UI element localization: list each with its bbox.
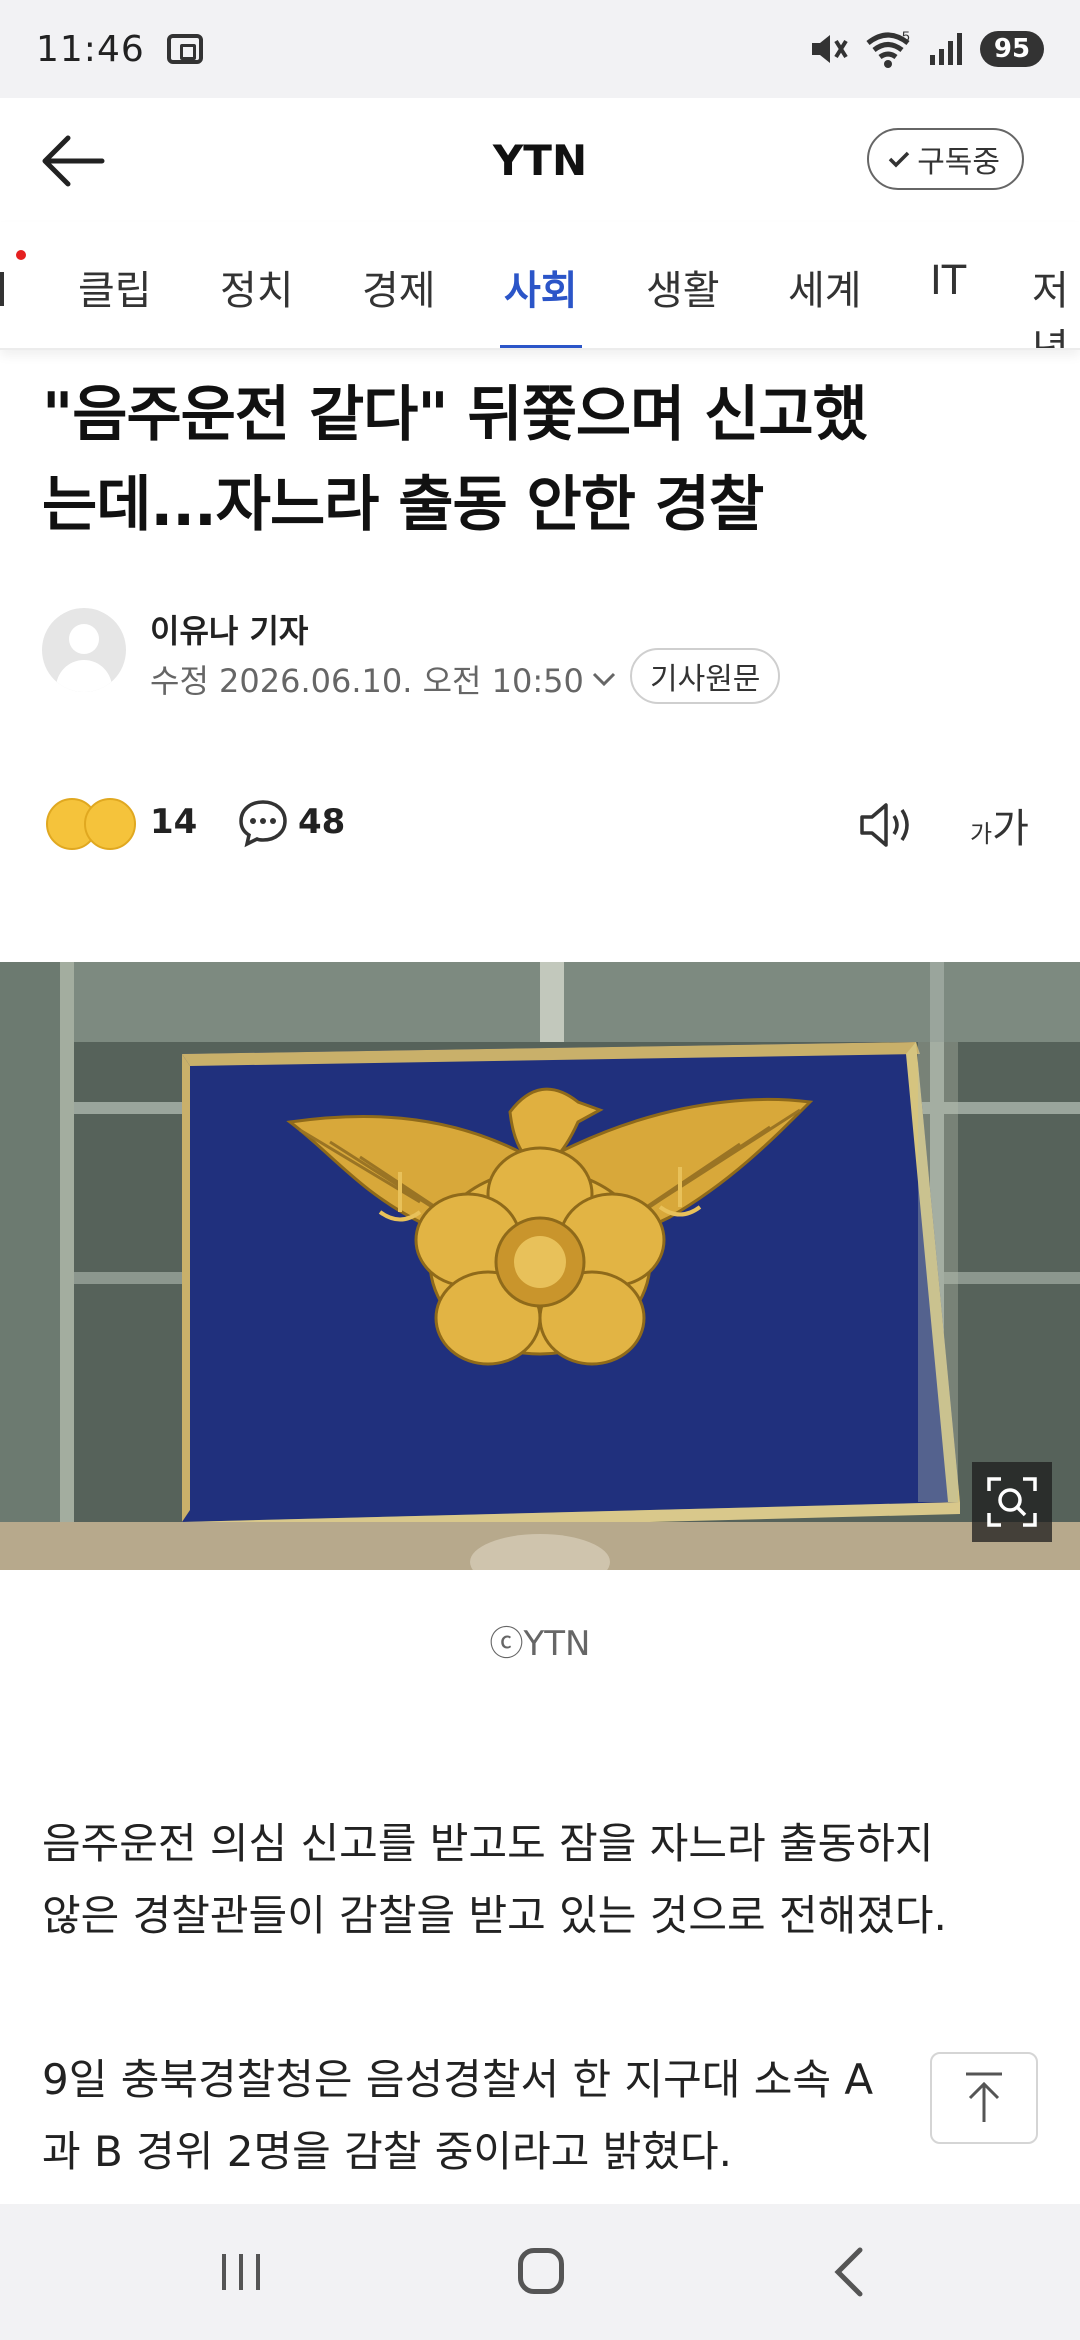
- subscribe-button[interactable]: 구독중: [867, 128, 1024, 190]
- scroll-to-top-button[interactable]: [930, 2052, 1038, 2144]
- wifi-icon: 5: [866, 29, 910, 68]
- reaction-bar: 14 48 가가: [42, 790, 1042, 860]
- nav-back-icon[interactable]: [828, 2246, 868, 2298]
- chevron-down-icon: [592, 672, 615, 687]
- tab-life[interactable]: 생활: [646, 258, 720, 348]
- recent-apps-icon[interactable]: [218, 2252, 264, 2292]
- category-tabs: 클립 정치 경제 사회 생활 세계 IT 저녁: [0, 222, 1080, 350]
- headline-line-1: "음주운전 같다" 뒤쫓으며 신고했: [42, 380, 868, 450]
- font-size-button[interactable]: 가가: [970, 796, 1029, 854]
- paragraph-2: 9일 충북경찰청은 음성경찰서 한 지구대 소속 A 과 B 경위 2명을 감찰…: [42, 2044, 1042, 2188]
- paragraph-1-line-2: 않은 경찰관들이 감찰을 받고 있는 것으로 전해졌다.: [42, 1891, 947, 1940]
- home-icon[interactable]: [518, 2248, 564, 2294]
- headline-line-2: 는데...자느라 출동 안한 경찰: [42, 470, 764, 540]
- police-emblem-image: [0, 962, 1080, 1570]
- tab-society[interactable]: 사회: [500, 258, 582, 348]
- signal-icon: [930, 33, 962, 65]
- original-article-button[interactable]: 기사원문: [630, 648, 781, 704]
- tab-world[interactable]: 세계: [788, 258, 862, 348]
- byline: 이유나 기자 수정 2026.06.10. 오전 10:50 기사원문: [42, 606, 1042, 704]
- previous-tab-edge[interactable]: [0, 272, 4, 306]
- tab-politics[interactable]: 정치: [220, 258, 294, 348]
- subscribe-label: 구독중: [917, 145, 1000, 180]
- check-icon: [888, 151, 910, 168]
- mute-icon: [812, 35, 848, 63]
- network-type: 5: [902, 29, 910, 44]
- edit-date[interactable]: 수정 2026.06.10. 오전 10:50: [150, 656, 618, 702]
- paragraph-2-line-2: 과 B 경위 2명을 감찰 중이라고 밝혔다.: [42, 2127, 732, 2176]
- screen-capture-icon: [166, 34, 203, 64]
- author-avatar[interactable]: [42, 608, 126, 692]
- edit-date-text: 수정 2026.06.10. 오전 10:50: [150, 662, 584, 700]
- comment-icon[interactable]: [238, 798, 288, 848]
- font-size-big: 가: [992, 806, 1029, 852]
- tab-clip[interactable]: 클립: [78, 258, 152, 348]
- status-icons: 5 95: [808, 29, 1044, 69]
- article-photo[interactable]: [0, 962, 1080, 1570]
- paragraph-1: 음주운전 의심 신고를 받고도 잠을 자느라 출동하지 않은 경찰관들이 감찰을…: [42, 1808, 1042, 1952]
- system-nav-bar: [0, 2204, 1080, 2340]
- tab-it[interactable]: IT: [930, 258, 966, 348]
- image-zoom-button[interactable]: [972, 1462, 1052, 1542]
- paragraph-2-line-1: 9일 충북경찰청은 음성경찰서 한 지구대 소속 A: [42, 2055, 874, 2104]
- article-headline: "음주운전 같다" 뒤쫓으며 신고했 는데...자느라 출동 안한 경찰: [42, 370, 1052, 550]
- zoom-icon: [987, 1477, 1037, 1527]
- speaker-icon[interactable]: [858, 800, 914, 850]
- arrow-up-icon: [966, 2072, 1002, 2122]
- author-name[interactable]: 이유나 기자: [150, 606, 308, 652]
- font-size-small: 가: [970, 820, 993, 848]
- image-caption: ⓒYTN: [489, 1624, 591, 1664]
- smile-heart-icon: [84, 798, 136, 850]
- status-time: 11:46: [36, 28, 145, 70]
- reaction-emojis[interactable]: [46, 794, 146, 856]
- battery-indicator: 95: [980, 31, 1044, 67]
- new-badge-dot: [16, 250, 26, 260]
- paragraph-1-line-1: 음주운전 의심 신고를 받고도 잠을 자느라 출동하지: [42, 1819, 934, 1868]
- app-header: YTN 구독중: [0, 98, 1080, 222]
- comment-count[interactable]: 48: [298, 802, 345, 842]
- status-bar: 11:46 5 95: [0, 0, 1080, 98]
- tab-economy[interactable]: 경제: [362, 258, 436, 348]
- tab-evening[interactable]: 저녁: [1032, 258, 1080, 348]
- reaction-count[interactable]: 14: [150, 802, 197, 842]
